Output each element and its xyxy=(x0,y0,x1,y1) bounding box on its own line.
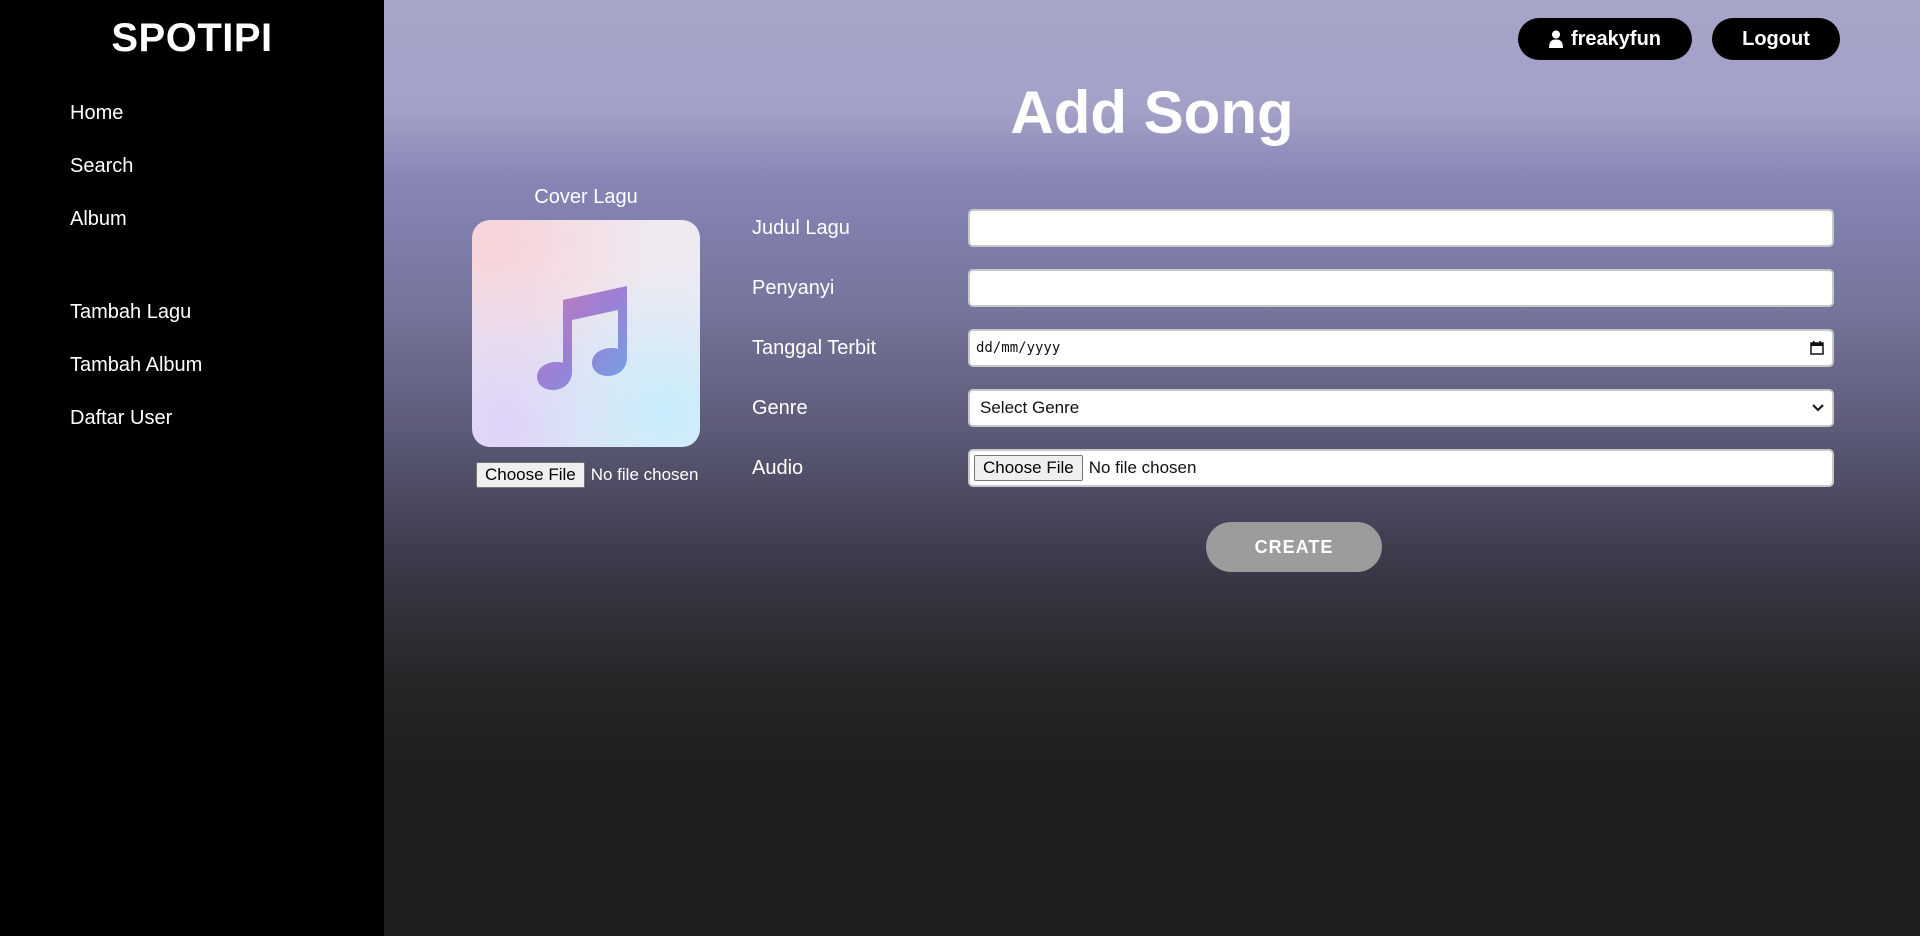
genre-select[interactable]: Select Genre xyxy=(968,389,1834,427)
genre-label: Genre xyxy=(752,397,808,419)
main-content: freakyfun Logout Add Song Cover Lagu Cho… xyxy=(384,0,1920,936)
cover-file-status: No file chosen xyxy=(590,465,699,484)
music-note-icon xyxy=(537,285,627,390)
sidebar-item-tambah-lagu[interactable]: Tambah Lagu xyxy=(70,301,191,324)
singer-field[interactable] xyxy=(968,269,1834,307)
cover-choose-file-button[interactable]: Choose File xyxy=(476,462,585,488)
logout-button[interactable]: Logout xyxy=(1712,18,1840,60)
sidebar: SPOTIPI Home Search Album Tambah Lagu Ta… xyxy=(0,0,384,936)
date-label: Tanggal Terbit xyxy=(752,337,877,359)
page-title: Add Song xyxy=(1010,79,1294,146)
title-input[interactable] xyxy=(970,211,1832,245)
genre-selected-value: Select Genre xyxy=(980,398,1080,417)
username-label: freakyfun xyxy=(1570,27,1662,50)
create-button[interactable]: CREATE xyxy=(1206,522,1382,572)
title-label: Judul Lagu xyxy=(752,217,850,239)
audio-choose-file-button[interactable]: Choose File xyxy=(974,455,1083,481)
sidebar-item-search[interactable]: Search xyxy=(70,155,133,178)
title-field[interactable] xyxy=(968,209,1834,247)
release-date-input[interactable]: dd/mm/yyyy xyxy=(968,329,1834,367)
audio-label: Audio xyxy=(752,457,804,479)
calendar-icon[interactable] xyxy=(1810,341,1824,355)
audio-file-status: No file chosen xyxy=(1088,458,1197,477)
user-profile-button[interactable]: freakyfun xyxy=(1518,18,1692,60)
chevron-down-icon xyxy=(1812,404,1824,412)
sidebar-item-home[interactable]: Home xyxy=(70,102,123,125)
user-icon xyxy=(1548,30,1563,48)
cover-file-input[interactable]: Choose File No file chosen xyxy=(476,461,698,489)
sidebar-item-album[interactable]: Album xyxy=(70,208,127,231)
cover-label: Cover Lagu xyxy=(534,186,638,208)
sidebar-item-daftar-user[interactable]: Daftar User xyxy=(70,407,172,430)
sidebar-item-tambah-album[interactable]: Tambah Album xyxy=(70,354,202,377)
singer-input[interactable] xyxy=(970,271,1832,305)
brand-logo: SPOTIPI xyxy=(111,16,273,60)
date-placeholder: dd/mm/yyyy xyxy=(976,340,1061,356)
singer-label: Penyanyi xyxy=(752,277,835,299)
audio-file-input[interactable]: Choose File No file chosen xyxy=(968,449,1834,487)
cover-preview xyxy=(472,220,700,447)
